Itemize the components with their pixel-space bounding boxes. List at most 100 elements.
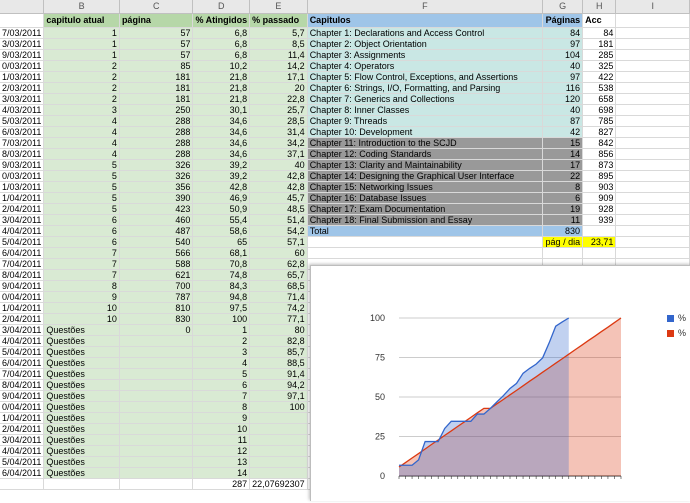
column-header[interactable]: D	[192, 0, 251, 14]
cell-c[interactable]: 181	[119, 71, 194, 83]
cell-b[interactable]: Questões	[43, 357, 120, 369]
cell-f[interactable]: Chapter 13: Clarity and Maintainability	[307, 159, 544, 171]
cell-a[interactable]: 2/04/2011	[0, 203, 45, 215]
cell-e[interactable]: 40	[249, 159, 308, 171]
cell-a[interactable]: 7/03/2011	[0, 27, 45, 39]
cell-i[interactable]	[615, 214, 690, 226]
cell-h[interactable]	[582, 247, 617, 259]
cell-a[interactable]: 0/03/2011	[0, 60, 45, 72]
cell-a[interactable]: 6/03/2011	[0, 126, 45, 138]
cell-e[interactable]: 45,7	[249, 192, 308, 204]
cell-e[interactable]: 85,7	[249, 346, 308, 358]
cell-b[interactable]: 10	[43, 313, 120, 325]
cell-a[interactable]: 8/04/2011	[0, 379, 45, 391]
cell-e[interactable]: 42,8	[249, 170, 308, 182]
cell-h[interactable]	[582, 225, 617, 237]
cell-e[interactable]: 77,1	[249, 313, 308, 325]
cell-b[interactable]: Questões	[43, 434, 120, 446]
cell-b[interactable]: 8	[43, 280, 120, 292]
cell-i[interactable]	[615, 159, 690, 171]
cell-g[interactable]: 22	[542, 170, 584, 182]
cell-e[interactable]: 20	[249, 82, 308, 94]
cell-a[interactable]: 3/03/2011	[0, 93, 45, 105]
cell-c[interactable]: 85	[119, 60, 194, 72]
cell-i[interactable]	[615, 82, 690, 94]
header-cell[interactable]: capitulo atual	[43, 13, 120, 28]
column-header[interactable]: I	[615, 0, 690, 14]
cell-f[interactable]	[307, 247, 544, 259]
cell-d[interactable]: 42,8	[192, 181, 251, 193]
column-header[interactable]: F	[307, 0, 544, 14]
cell-h[interactable]: 181	[582, 38, 617, 50]
cell-f[interactable]: Chapter 11: Introduction to the SCJD	[307, 137, 544, 149]
column-header[interactable]: G	[542, 0, 584, 14]
cell-g[interactable]: 97	[542, 71, 584, 83]
cell-d[interactable]: 21,8	[192, 93, 251, 105]
cell-d[interactable]: 50,9	[192, 203, 251, 215]
cell-f[interactable]: Chapter 1: Declarations and Access Contr…	[307, 27, 544, 39]
cell-a[interactable]: 3/04/2011	[0, 434, 45, 446]
cell-c[interactable]: 390	[119, 192, 194, 204]
column-header[interactable]	[0, 0, 45, 14]
cell-i[interactable]	[615, 236, 690, 248]
cell-b[interactable]: 10	[43, 302, 120, 314]
cell-a[interactable]: 7/03/2011	[0, 137, 45, 149]
header-cell[interactable]	[615, 13, 690, 28]
cell-d[interactable]: 34,6	[192, 137, 251, 149]
cell-d[interactable]: 5	[192, 368, 251, 380]
cell-c[interactable]: 700	[119, 280, 194, 292]
cell-g[interactable]: 87	[542, 115, 584, 127]
cell-e[interactable]: 17,1	[249, 71, 308, 83]
cell-g[interactable]: 14	[542, 148, 584, 160]
cell-i[interactable]	[615, 49, 690, 61]
cell-c[interactable]: 57	[119, 38, 194, 50]
cell-f[interactable]: Chapter 3: Assignments	[307, 49, 544, 61]
cell-e[interactable]: 28,5	[249, 115, 308, 127]
header-cell[interactable]: página	[119, 13, 194, 28]
cell-d[interactable]: 4	[192, 357, 251, 369]
cell-f[interactable]: Chapter 18: Final Submission and Essay	[307, 214, 544, 226]
cell-i[interactable]	[615, 115, 690, 127]
header-cell[interactable]: Capitulos	[307, 13, 544, 28]
cell-d[interactable]: 14	[192, 467, 251, 479]
cell-i[interactable]	[615, 192, 690, 204]
chart-panel[interactable]: 0 25 50 75 100%%	[310, 265, 690, 501]
cell-c[interactable]: 787	[119, 291, 194, 303]
cell-c[interactable]	[119, 456, 194, 468]
cell-e[interactable]: 60	[249, 247, 308, 259]
cell-g[interactable]: 40	[542, 104, 584, 116]
cell-g[interactable]: 104	[542, 49, 584, 61]
cell-h[interactable]: 84	[582, 27, 617, 39]
header-cell[interactable]: % Atingidos	[192, 13, 251, 28]
cell-d[interactable]: 10	[192, 423, 251, 435]
cell-b[interactable]: 5	[43, 192, 120, 204]
cell-h[interactable]: 698	[582, 104, 617, 116]
header-cell[interactable]: Páginas	[542, 13, 584, 28]
cell-c[interactable]: 0	[119, 324, 194, 336]
cell-a[interactable]: 1/04/2011	[0, 192, 45, 204]
cell-d[interactable]: 46,9	[192, 192, 251, 204]
cell-c[interactable]: 540	[119, 236, 194, 248]
cell-f[interactable]	[307, 236, 544, 248]
cell-g[interactable]: 6	[542, 192, 584, 204]
cell-h[interactable]: 873	[582, 159, 617, 171]
cell-h[interactable]: 785	[582, 115, 617, 127]
cell-c[interactable]	[119, 390, 194, 402]
cell-c[interactable]	[119, 467, 194, 479]
cell-b[interactable]: 6	[43, 225, 120, 237]
cell-c[interactable]: 810	[119, 302, 194, 314]
cell-c[interactable]: 830	[119, 313, 194, 325]
cell-d[interactable]: 12	[192, 445, 251, 457]
cell-b[interactable]: 9	[43, 291, 120, 303]
cell-i[interactable]	[615, 137, 690, 149]
cell-d[interactable]: 30,1	[192, 104, 251, 116]
cell-d[interactable]: 84,3	[192, 280, 251, 292]
cell-e[interactable]: 91,4	[249, 368, 308, 380]
column-header[interactable]: E	[249, 0, 308, 14]
cell-a[interactable]: 5/03/2011	[0, 115, 45, 127]
cell-f[interactable]: Chapter 6: Strings, I/O, Formatting, and…	[307, 82, 544, 94]
cell-a[interactable]: 6/04/2011	[0, 467, 45, 479]
cell-a[interactable]: 4/04/2011	[0, 445, 45, 457]
cell-f[interactable]: Chapter 9: Threads	[307, 115, 544, 127]
cell-c[interactable]	[119, 401, 194, 413]
